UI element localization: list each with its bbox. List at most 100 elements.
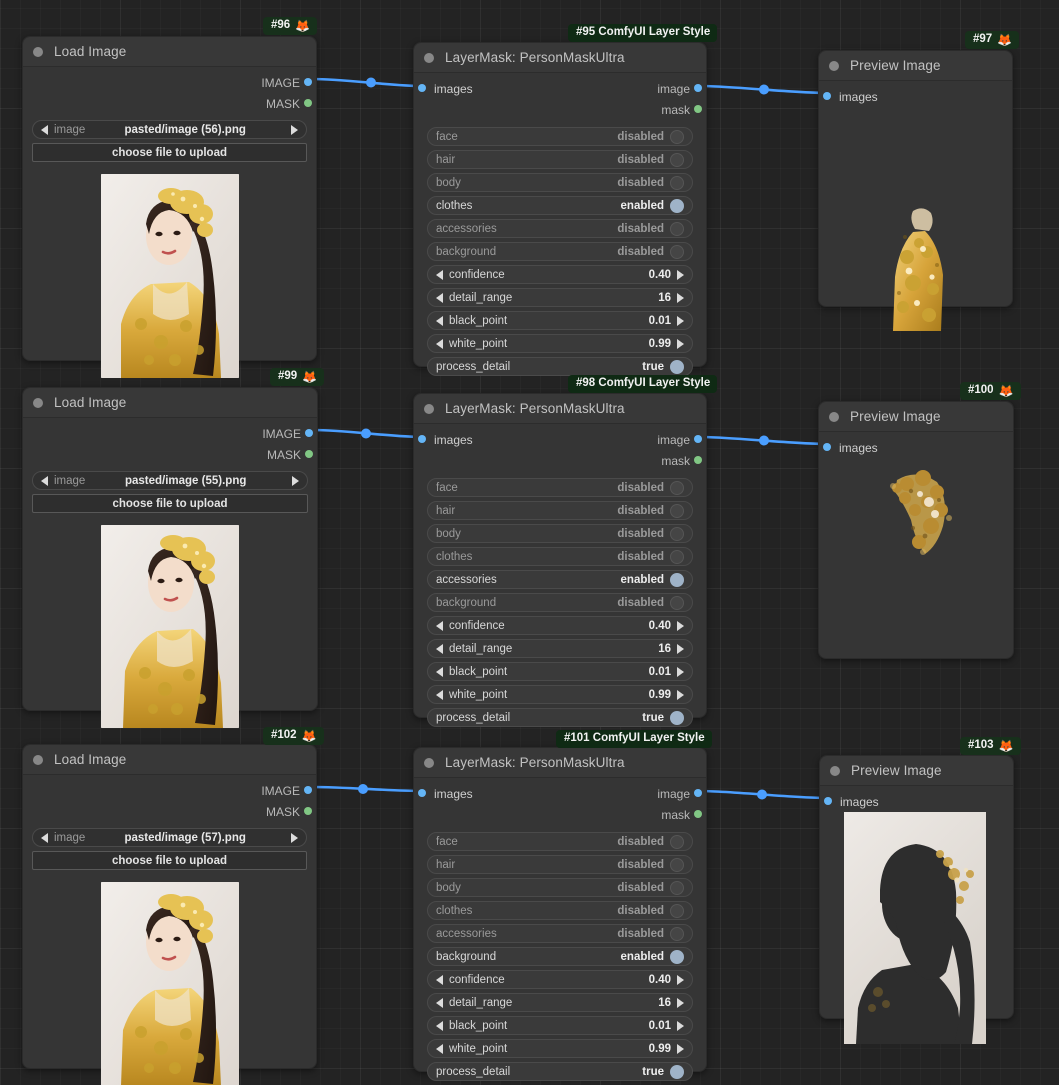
node-header[interactable]: Load Image bbox=[23, 388, 317, 418]
node-badge-96[interactable]: #96 🦊 bbox=[263, 17, 317, 35]
mask-output-dot[interactable] bbox=[694, 810, 702, 818]
image-output-dot[interactable] bbox=[694, 789, 702, 797]
number-black-point[interactable]: black_point 0.01 bbox=[427, 662, 693, 681]
choose-file-button[interactable]: choose file to upload bbox=[32, 494, 308, 513]
image-combo-widget[interactable]: image pasted/image (55).png bbox=[32, 471, 308, 490]
node-preview-image-97[interactable]: Preview Image images bbox=[818, 50, 1013, 307]
toggle-knob[interactable] bbox=[670, 176, 684, 190]
mask-output-dot[interactable] bbox=[304, 99, 312, 107]
toggle-hair[interactable]: hair disabled bbox=[427, 501, 693, 520]
chevron-right-icon[interactable] bbox=[677, 293, 684, 303]
io-slot-row-1[interactable]: images image bbox=[414, 78, 706, 99]
chevron-left-icon[interactable] bbox=[436, 339, 443, 349]
image-combo-widget[interactable]: image pasted/image (56).png bbox=[32, 120, 307, 139]
toggle-body[interactable]: body disabled bbox=[427, 524, 693, 543]
collapse-icon[interactable] bbox=[424, 758, 434, 768]
toggle-body[interactable]: body disabled bbox=[427, 173, 693, 192]
node-personmaskultra-95[interactable]: LayerMask: PersonMaskUltra images image … bbox=[413, 42, 707, 367]
chevron-right-icon[interactable] bbox=[677, 339, 684, 349]
chevron-right-icon[interactable] bbox=[677, 316, 684, 326]
chevron-left-icon[interactable] bbox=[436, 975, 443, 985]
node-badge-99[interactable]: #99 🦊 bbox=[270, 368, 324, 386]
collapse-icon[interactable] bbox=[33, 398, 43, 408]
io-slot-row-2[interactable]: mask bbox=[414, 99, 706, 120]
toggle-background[interactable]: background disabled bbox=[427, 242, 693, 261]
toggle-knob[interactable] bbox=[670, 527, 684, 541]
toggle-knob[interactable] bbox=[670, 481, 684, 495]
chevron-right-icon[interactable] bbox=[677, 1044, 684, 1054]
images-input-dot[interactable] bbox=[824, 797, 832, 805]
io-slot-row-1[interactable]: images image bbox=[414, 783, 706, 804]
node-header[interactable]: LayerMask: PersonMaskUltra bbox=[414, 748, 706, 778]
toggle-face[interactable]: face disabled bbox=[427, 478, 693, 497]
chevron-left-icon[interactable] bbox=[41, 833, 48, 843]
chevron-right-icon[interactable] bbox=[292, 476, 299, 486]
images-input-dot[interactable] bbox=[823, 443, 831, 451]
io-slot-row-1[interactable]: images image bbox=[414, 429, 706, 450]
chevron-right-icon[interactable] bbox=[291, 125, 298, 135]
image-thumbnail[interactable] bbox=[101, 174, 239, 378]
toggle-knob[interactable] bbox=[670, 130, 684, 144]
number-black-point[interactable]: black_point 0.01 bbox=[427, 311, 693, 330]
images-input-dot[interactable] bbox=[418, 84, 426, 92]
io-slot-row-2[interactable]: mask bbox=[414, 450, 706, 471]
number-detail-range[interactable]: detail_range 16 bbox=[427, 288, 693, 307]
node-header[interactable]: LayerMask: PersonMaskUltra bbox=[414, 394, 706, 424]
node-badge-101[interactable]: #101 ComfyUI Layer Style bbox=[556, 730, 712, 748]
toggle-knob[interactable] bbox=[670, 596, 684, 610]
toggle-knob[interactable] bbox=[670, 550, 684, 564]
collapse-icon[interactable] bbox=[33, 755, 43, 765]
output-slot-image[interactable]: IMAGE bbox=[23, 780, 316, 801]
image-thumbnail[interactable] bbox=[101, 525, 239, 728]
node-badge-100[interactable]: #100 🦊 bbox=[960, 382, 1021, 400]
toggle-face[interactable]: face disabled bbox=[427, 832, 693, 851]
chevron-left-icon[interactable] bbox=[436, 667, 443, 677]
number-confidence[interactable]: confidence 0.40 bbox=[427, 265, 693, 284]
toggle-knob[interactable] bbox=[670, 1065, 684, 1079]
chevron-right-icon[interactable] bbox=[677, 270, 684, 280]
node-load-image-102[interactable]: Load Image IMAGE MASK image pasted/image… bbox=[22, 744, 317, 1069]
node-personmaskultra-98[interactable]: LayerMask: PersonMaskUltra images image … bbox=[413, 393, 707, 718]
toggle-hair[interactable]: hair disabled bbox=[427, 855, 693, 874]
toggle-clothes[interactable]: clothes enabled bbox=[427, 196, 693, 215]
toggle-hair[interactable]: hair disabled bbox=[427, 150, 693, 169]
toggle-knob[interactable] bbox=[670, 881, 684, 895]
node-header[interactable]: Load Image bbox=[23, 37, 316, 67]
images-input-dot[interactable] bbox=[418, 435, 426, 443]
toggle-clothes[interactable]: clothes disabled bbox=[427, 901, 693, 920]
number-black-point[interactable]: black_point 0.01 bbox=[427, 1016, 693, 1035]
chevron-left-icon[interactable] bbox=[436, 998, 443, 1008]
node-header[interactable]: Preview Image bbox=[820, 756, 1013, 786]
preview-output-area[interactable] bbox=[819, 107, 1012, 332]
chevron-right-icon[interactable] bbox=[677, 644, 684, 654]
node-badge-95[interactable]: #95 ComfyUI Layer Style bbox=[568, 24, 717, 42]
chevron-left-icon[interactable] bbox=[436, 644, 443, 654]
chevron-left-icon[interactable] bbox=[436, 316, 443, 326]
number-confidence[interactable]: confidence 0.40 bbox=[427, 970, 693, 989]
toggle-knob[interactable] bbox=[670, 199, 684, 213]
toggle-knob[interactable] bbox=[670, 927, 684, 941]
toggle-knob[interactable] bbox=[670, 858, 684, 872]
node-header[interactable]: LayerMask: PersonMaskUltra bbox=[414, 43, 706, 73]
input-slot-images[interactable]: images bbox=[819, 86, 1012, 107]
chevron-right-icon[interactable] bbox=[677, 998, 684, 1008]
toggle-knob[interactable] bbox=[670, 573, 684, 587]
chevron-right-icon[interactable] bbox=[677, 690, 684, 700]
collapse-icon[interactable] bbox=[829, 412, 839, 422]
collapse-icon[interactable] bbox=[829, 61, 839, 71]
chevron-right-icon[interactable] bbox=[677, 621, 684, 631]
image-combo-widget[interactable]: image pasted/image (57).png bbox=[32, 828, 307, 847]
chevron-left-icon[interactable] bbox=[436, 690, 443, 700]
image-output-dot[interactable] bbox=[305, 429, 313, 437]
graph-canvas[interactable]: #96 🦊 Load Image IMAGE MASK image pasted… bbox=[0, 0, 1059, 1085]
output-slot-image[interactable]: IMAGE bbox=[23, 72, 316, 93]
chevron-right-icon[interactable] bbox=[677, 975, 684, 985]
toggle-accessories[interactable]: accessories disabled bbox=[427, 924, 693, 943]
toggle-knob[interactable] bbox=[670, 711, 684, 725]
node-header[interactable]: Preview Image bbox=[819, 402, 1013, 432]
image-output-dot[interactable] bbox=[304, 786, 312, 794]
images-input-dot[interactable] bbox=[823, 92, 831, 100]
toggle-knob[interactable] bbox=[670, 835, 684, 849]
output-slot-mask[interactable]: MASK bbox=[23, 93, 316, 114]
node-badge-102[interactable]: #102 🦊 bbox=[263, 727, 324, 745]
